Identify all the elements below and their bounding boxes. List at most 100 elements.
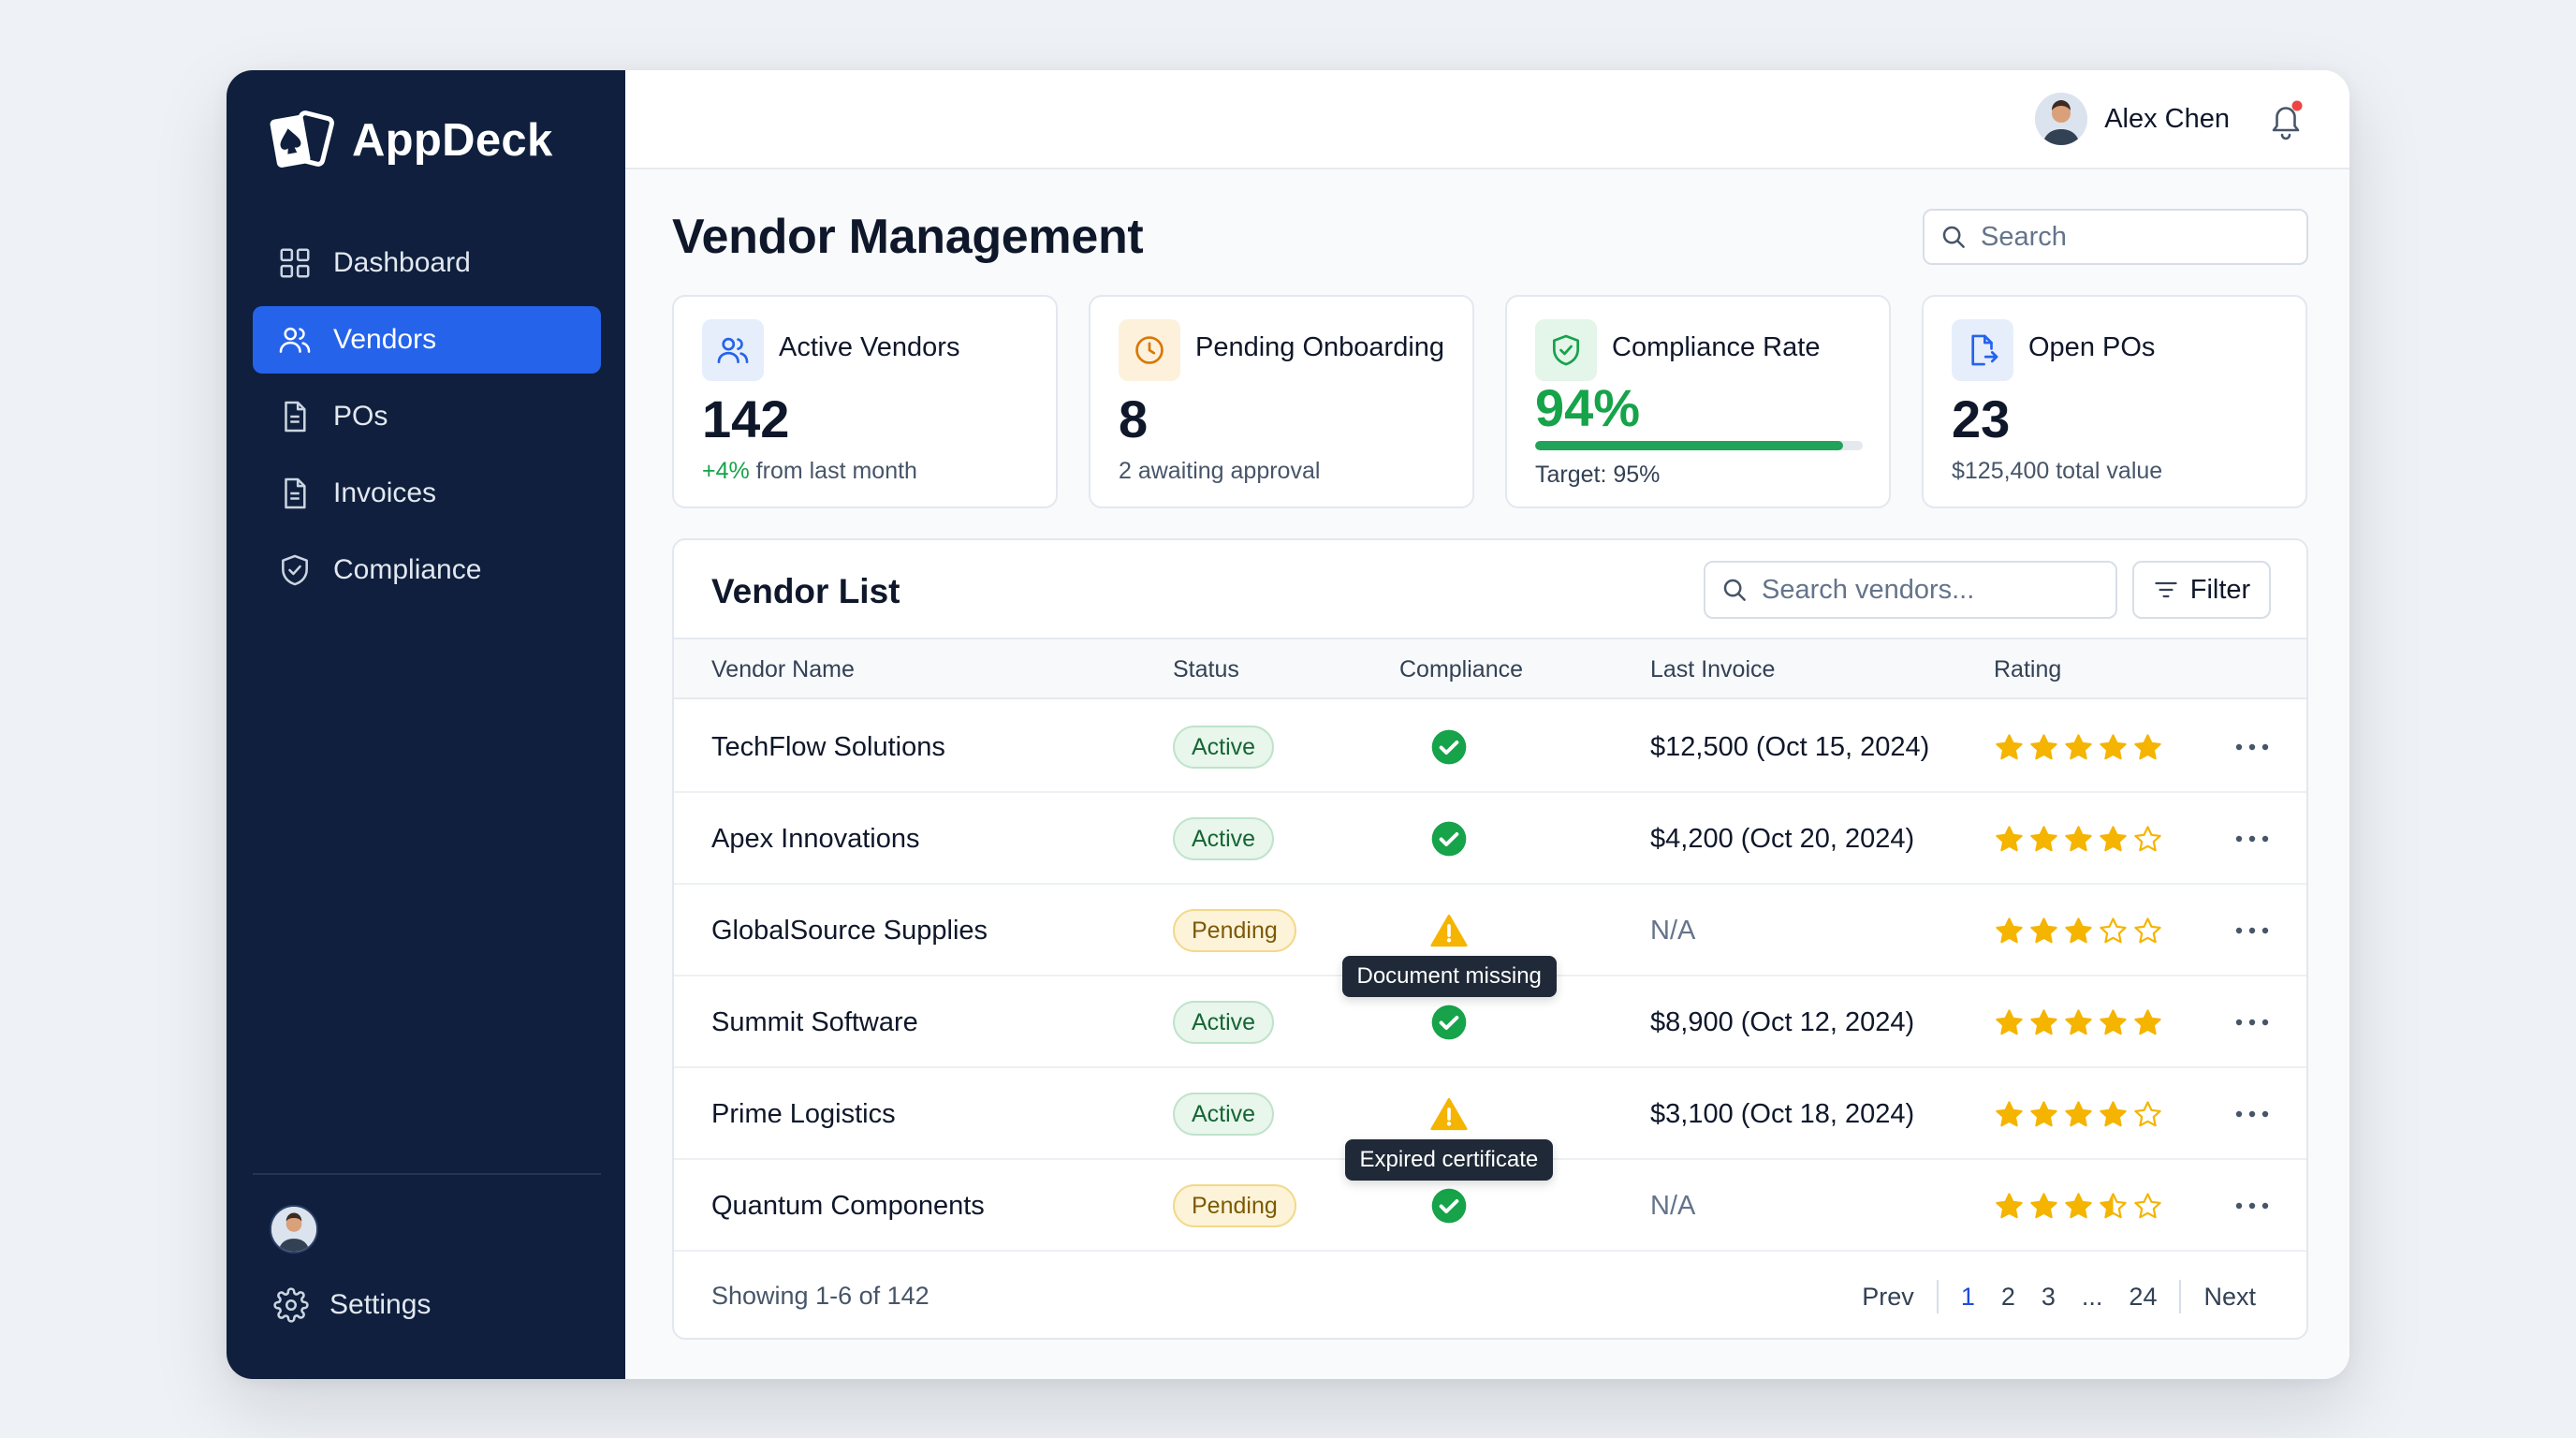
sidebar-item-label: Dashboard <box>333 247 471 278</box>
stat-delta-caption: from last month <box>749 458 917 484</box>
sidebar-item-label: Vendors <box>333 324 437 355</box>
status-badge: Active <box>1173 1093 1275 1136</box>
sidebar-item-compliance[interactable]: Compliance <box>253 536 601 604</box>
stat-card-compliance-rate[interactable]: Compliance Rate 94% Target: 95% <box>1505 295 1891 508</box>
column-header-rating[interactable]: Rating <box>1994 656 2061 683</box>
sidebar-nav: Dashboard Vendors POs Invoices Complianc… <box>253 229 601 613</box>
shield-check-icon <box>282 554 308 586</box>
global-search[interactable] <box>1923 209 2308 265</box>
app-logo[interactable]: AppDeck <box>268 108 553 173</box>
check-circle-icon[interactable] <box>1430 1187 1468 1225</box>
last-invoice: $4,200 (Oct 20, 2024) <box>1650 823 1915 854</box>
stat-card-active-vendors[interactable]: Active Vendors 142 +4% from last month <box>672 295 1058 508</box>
vendor-name[interactable]: Quantum Components <box>711 1160 985 1252</box>
star-filled-icon <box>2065 733 2092 759</box>
row-actions-button[interactable] <box>2232 701 2273 793</box>
warning-triangle-icon[interactable] <box>1430 912 1468 949</box>
status-cell: Active <box>1173 793 1275 885</box>
stat-subtext: 2 awaiting approval <box>1119 458 1321 484</box>
vendor-name[interactable]: Apex Innovations <box>711 793 919 885</box>
sidebar-item-label: Invoices <box>333 477 437 508</box>
vendor-search[interactable] <box>1704 561 2117 619</box>
row-actions-button[interactable] <box>2232 793 2273 885</box>
rating-stars <box>1994 793 2163 885</box>
status-cell: Active <box>1173 1068 1275 1160</box>
column-header-status[interactable]: Status <box>1173 656 1239 683</box>
star-empty-icon <box>2134 917 2161 943</box>
vendor-name[interactable]: TechFlow Solutions <box>711 701 945 793</box>
star-filled-icon <box>1996 733 2023 759</box>
bell-icon[interactable] <box>2265 98 2306 143</box>
compliance-tooltip: Expired certificate <box>1344 1139 1554 1181</box>
check-circle-icon[interactable] <box>1430 820 1468 858</box>
page-2-button[interactable]: 2 <box>1988 1274 2028 1319</box>
star-empty-icon <box>2134 1100 2161 1126</box>
warning-triangle-icon[interactable] <box>1430 1095 1468 1133</box>
gear-icon <box>273 1287 309 1323</box>
notification-dot <box>2291 100 2303 111</box>
compliance-tooltip: Document missing <box>1341 956 1557 997</box>
row-actions-button[interactable] <box>2232 1068 2273 1160</box>
status-badge: Active <box>1173 1001 1275 1044</box>
row-actions-button[interactable] <box>2232 885 2273 976</box>
star-filled-icon <box>2100 1008 2127 1034</box>
star-filled-icon <box>2100 825 2127 851</box>
check-circle-icon[interactable] <box>1430 1004 1468 1041</box>
pagination-divider <box>2179 1280 2182 1313</box>
filter-icon <box>2155 581 2177 598</box>
page-1-button[interactable]: 1 <box>1948 1274 1988 1319</box>
star-filled-icon <box>2030 1192 2057 1218</box>
vendor-search-input[interactable] <box>1762 574 2099 606</box>
sidebar-item-invoices[interactable]: Invoices <box>253 460 601 527</box>
compliance-cell <box>1430 701 1468 793</box>
sidebar-avatar[interactable] <box>270 1205 318 1254</box>
last-invoice: N/A <box>1650 1190 1696 1221</box>
rating-stars <box>1994 976 2163 1068</box>
star-filled-icon <box>2030 733 2057 759</box>
vendor-name[interactable]: Summit Software <box>711 976 918 1068</box>
star-half-icon <box>2100 1192 2127 1218</box>
next-page-button[interactable]: Next <box>2190 1274 2269 1319</box>
star-empty-icon <box>2100 917 2127 943</box>
search-input[interactable] <box>1981 221 2280 253</box>
document-icon <box>285 401 306 433</box>
sidebar-item-vendors[interactable]: Vendors <box>253 306 601 374</box>
row-actions-button[interactable] <box>2232 976 2273 1068</box>
user-name: Alex Chen <box>2104 103 2230 134</box>
check-circle-icon[interactable] <box>1430 728 1468 766</box>
column-header-compliance[interactable]: Compliance <box>1399 656 1523 683</box>
filter-button[interactable]: Filter <box>2132 561 2271 619</box>
search-icon <box>1942 226 1965 248</box>
star-filled-icon <box>2134 1008 2161 1034</box>
user-menu[interactable]: Alex Chen <box>2035 93 2230 145</box>
sidebar-item-settings[interactable]: Settings <box>273 1287 431 1323</box>
vendor-name[interactable]: GlobalSource Supplies <box>711 885 988 976</box>
column-header-vendor-name[interactable]: Vendor Name <box>711 656 855 683</box>
page-24-button[interactable]: 24 <box>2115 1274 2170 1319</box>
sidebar-item-pos[interactable]: POs <box>253 383 601 450</box>
last-invoice: N/A <box>1650 915 1696 946</box>
star-filled-icon <box>2065 1100 2092 1126</box>
star-filled-icon <box>2065 1008 2092 1034</box>
prev-page-button[interactable]: Prev <box>1849 1274 1927 1319</box>
filter-label: Filter <box>2189 574 2251 605</box>
stat-subtext: Target: 95% <box>1535 462 1661 488</box>
status-cell: Pending <box>1173 885 1296 976</box>
column-header-last-invoice[interactable]: Last Invoice <box>1650 656 1775 683</box>
vendor-name[interactable]: Prime Logistics <box>711 1068 896 1160</box>
page-3-button[interactable]: 3 <box>2028 1274 2069 1319</box>
table-row[interactable]: TechFlow Solutions Active $12,500 (Oct 15,… <box>674 701 2306 793</box>
star-filled-icon <box>2134 733 2161 759</box>
sidebar-item-dashboard[interactable]: Dashboard <box>253 229 601 297</box>
last-invoice: $3,100 (Oct 18, 2024) <box>1650 1098 1915 1129</box>
card-icon-box <box>1952 319 2013 381</box>
last-invoice: $12,500 (Oct 15, 2024) <box>1650 731 1930 762</box>
stat-card-open-pos[interactable]: Open POs 23 $125,400 total value <box>1922 295 2307 508</box>
stat-card-pending-onboarding[interactable]: Pending Onboarding 8 2 awaiting approval <box>1089 295 1474 508</box>
page-title: Vendor Management <box>672 210 1144 264</box>
star-filled-icon <box>2100 1100 2127 1126</box>
star-filled-icon <box>1996 1008 2023 1034</box>
row-actions-button[interactable] <box>2232 1160 2273 1252</box>
stat-value: 142 <box>702 389 790 448</box>
table-row[interactable]: Apex Innovations Active $4,200 (Oct 20, 20… <box>674 793 2306 885</box>
